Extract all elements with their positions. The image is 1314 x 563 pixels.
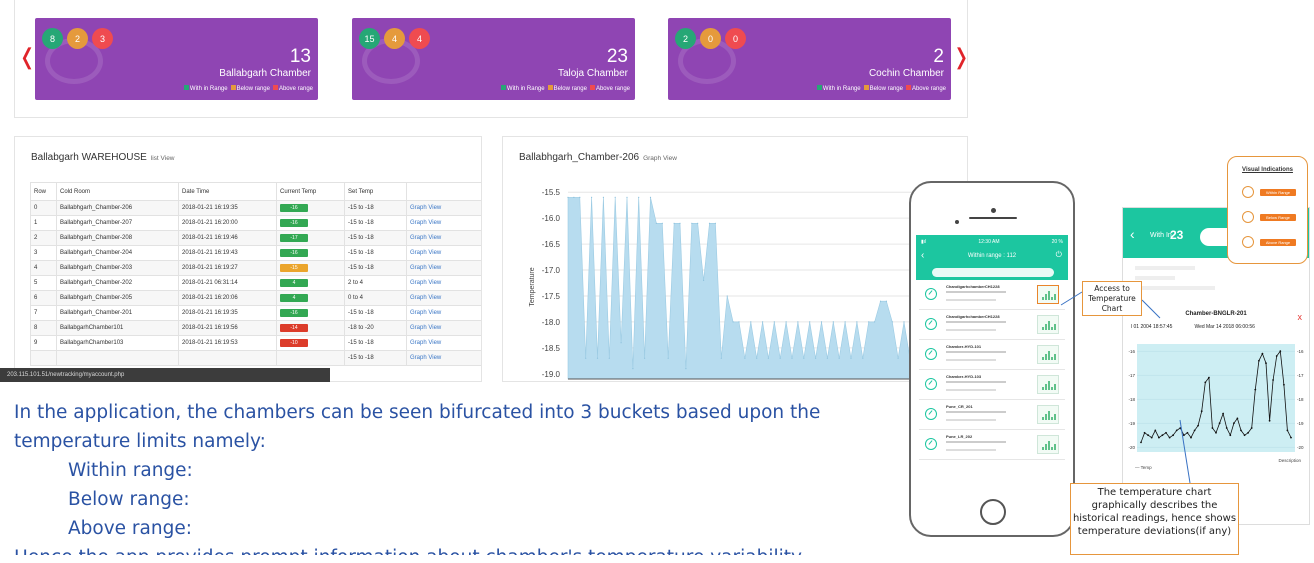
temperature-chart-callout: The temperature chart graphically descri… <box>1070 483 1239 555</box>
browser-status-url: 203.115.101.51/newtracking/myaccount.php <box>0 368 330 382</box>
connector-line <box>1060 291 1083 306</box>
access-chart-callout: Access to Temperature Chart <box>1082 281 1142 316</box>
connector-line <box>1141 299 1161 319</box>
connector-line <box>1179 419 1191 484</box>
